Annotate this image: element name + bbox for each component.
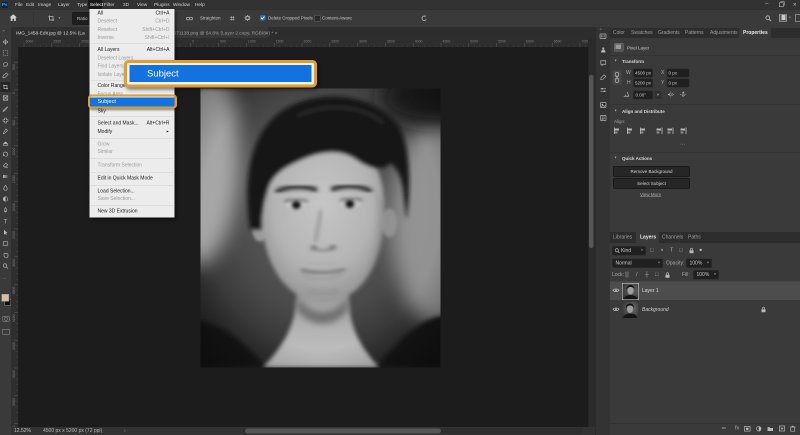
svg-text:T: T [4,219,8,224]
svg-text:2500: 2500 [12,231,16,239]
svg-text:1500: 1500 [276,40,284,44]
svg-text:6000: 6000 [526,40,534,44]
svg-text:3500: 3500 [387,40,395,44]
svg-text:3000: 3000 [359,40,367,44]
svg-text:5500: 5500 [12,398,16,406]
svg-text:500: 500 [12,64,16,70]
svg-text:6500: 6500 [554,40,562,44]
svg-text:3000: 3000 [26,40,34,44]
svg-text:1000: 1000 [12,148,16,156]
svg-text:2500: 2500 [53,40,61,44]
svg-text:0: 0 [192,40,194,44]
svg-text:1000: 1000 [248,40,256,44]
svg-text:5500: 5500 [498,40,506,44]
svg-text:0: 0 [12,92,16,94]
svg-text:3000: 3000 [12,259,16,267]
svg-text:3500: 3500 [12,287,16,295]
svg-text:5000: 5000 [12,370,16,378]
svg-text:4000: 4000 [12,314,16,322]
svg-text:4500: 4500 [12,342,16,350]
svg-text:4500: 4500 [443,40,451,44]
svg-text:5000: 5000 [470,40,478,44]
svg-text:500: 500 [220,40,226,44]
svg-text:1500: 1500 [12,175,16,183]
svg-text:500: 500 [12,120,16,126]
svg-text:4000: 4000 [415,40,423,44]
svg-text:2000: 2000 [304,40,312,44]
svg-text:2000: 2000 [12,203,16,211]
svg-text:2000: 2000 [81,40,89,44]
svg-text:2500: 2500 [331,40,339,44]
